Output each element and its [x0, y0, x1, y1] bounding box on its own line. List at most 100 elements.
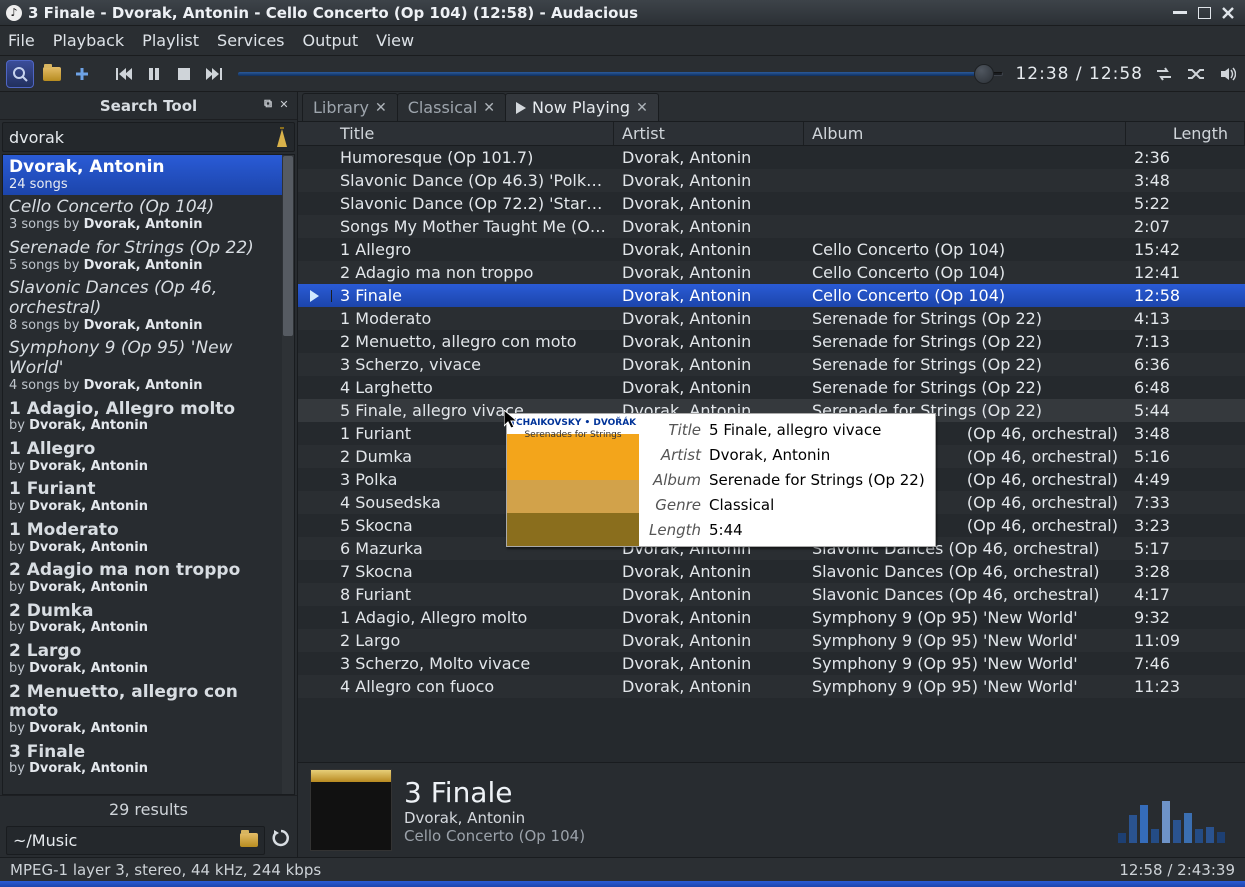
menu-playback[interactable]: Playback: [53, 31, 124, 50]
minimize-button[interactable]: [1169, 4, 1191, 22]
menu-services[interactable]: Services: [217, 31, 284, 50]
menu-file[interactable]: File: [8, 31, 35, 50]
search-input[interactable]: [3, 128, 270, 147]
playlist-row[interactable]: 1 ModeratoDvorak, AntoninSerenade for St…: [298, 307, 1245, 330]
playlist-row[interactable]: 2 Adagio ma non troppoDvorak, AntoninCel…: [298, 261, 1245, 284]
search-result-item[interactable]: 1 Allegroby Dvorak, Antonin: [3, 437, 294, 477]
playlist-row[interactable]: 4 LarghettoDvorak, AntoninSerenade for S…: [298, 376, 1245, 399]
col-album[interactable]: Album: [804, 122, 1126, 145]
tooltip-key: Genre: [649, 496, 701, 514]
playlist-row[interactable]: 2 Menuetto, allegro con motoDvorak, Anto…: [298, 330, 1245, 353]
search-result-item[interactable]: Slavonic Dances (Op 46, orchestral)8 son…: [3, 276, 294, 336]
tooltip-key: Album: [649, 471, 701, 489]
search-results-list[interactable]: Dvorak, Antonin24 songsCello Concerto (O…: [2, 154, 295, 795]
tooltip-key: Length: [649, 521, 701, 539]
status-time: 12:58 / 2:43:39: [1119, 861, 1235, 879]
status-codec: MPEG-1 layer 3, stereo, 44 kHz, 244 kbps: [10, 861, 321, 879]
playlist-row[interactable]: 3 Scherzo, Molto vivaceDvorak, AntoninSy…: [298, 652, 1245, 675]
playlist-row[interactable]: 8 FuriantDvorak, AntoninSlavonic Dances …: [298, 583, 1245, 606]
add-files-button[interactable]: [70, 62, 94, 86]
tab-library[interactable]: Library✕: [302, 93, 398, 121]
prev-track-button[interactable]: [112, 62, 136, 86]
toolbar: 12:38 / 12:58: [0, 56, 1245, 92]
tooltip-album-art: TCHAIKOVSKY • DVOŘÁK Serenades for Strin…: [507, 414, 639, 546]
tooltip-key: Artist: [649, 446, 701, 464]
playlist-pane: Library✕Classical✕Now Playing✕ Title Art…: [298, 92, 1245, 857]
playlist-row[interactable]: 2 LargoDvorak, AntoninSymphony 9 (Op 95)…: [298, 629, 1245, 652]
tooltip-value: Classical: [709, 496, 925, 514]
playlist-row[interactable]: Humoresque (Op 101.7)Dvorak, Antonin2:36: [298, 146, 1245, 169]
playlist-row[interactable]: 4 Allegro con fuocoDvorak, AntoninSympho…: [298, 675, 1245, 698]
tab-close-icon[interactable]: ✕: [483, 100, 495, 116]
tab-classical[interactable]: Classical✕: [397, 93, 506, 121]
search-result-item[interactable]: 1 Furiantby Dvorak, Antonin: [3, 477, 294, 517]
playlist-row[interactable]: 7 SkocnaDvorak, AntoninSlavonic Dances (…: [298, 560, 1245, 583]
playlist-row[interactable]: Songs My Mother Taught Me (O…Dvorak, Ant…: [298, 215, 1245, 238]
playing-icon: [310, 290, 319, 302]
sidebar-close-button[interactable]: ✕: [277, 97, 291, 111]
repeat-button[interactable]: [1153, 63, 1175, 85]
tooltip-value: Dvorak, Antonin: [709, 446, 925, 464]
tab-now-playing[interactable]: Now Playing✕: [505, 93, 659, 121]
search-result-item[interactable]: 2 Adagio ma non troppoby Dvorak, Antonin: [3, 558, 294, 598]
search-tool-button[interactable]: [6, 60, 34, 88]
playlist-row[interactable]: Slavonic Dance (Op 72.2) 'Star…Dvorak, A…: [298, 192, 1245, 215]
menu-output[interactable]: Output: [303, 31, 359, 50]
search-result-item[interactable]: 2 Dumkaby Dvorak, Antonin: [3, 599, 294, 639]
playlist-row[interactable]: 1 AllegroDvorak, AntoninCello Concerto (…: [298, 238, 1245, 261]
refresh-library-button[interactable]: [271, 828, 291, 852]
playlist-row[interactable]: Slavonic Dance (Op 46.3) 'Polk…Dvorak, A…: [298, 169, 1245, 192]
sidebar-scrollbar[interactable]: [282, 155, 294, 794]
col-title[interactable]: Title: [332, 122, 614, 145]
search-sidebar: Search Tool ⧉ ✕ Dvorak, Antonin24 songsC…: [0, 92, 298, 857]
col-artist[interactable]: Artist: [614, 122, 804, 145]
menu-playlist[interactable]: Playlist: [142, 31, 199, 50]
menu-view[interactable]: View: [376, 31, 414, 50]
now-playing-title: 3 Finale: [404, 776, 585, 809]
search-result-item[interactable]: 3 Finaleby Dvorak, Antonin: [3, 740, 294, 780]
folder-icon: [240, 833, 258, 847]
app-icon: ♪: [6, 5, 22, 21]
close-button[interactable]: [1217, 4, 1239, 22]
library-path-input[interactable]: ~/Music: [6, 826, 265, 855]
search-result-item[interactable]: Dvorak, Antonin24 songs: [3, 155, 294, 195]
playlist-row[interactable]: 1 Adagio, Allegro moltoDvorak, AntoninSy…: [298, 606, 1245, 629]
search-result-item[interactable]: 2 Menuetto, allegro con motoby Dvorak, A…: [3, 680, 294, 740]
playlist-row[interactable]: 3 FinaleDvorak, AntoninCello Concerto (O…: [298, 284, 1245, 307]
tooltip-key: Title: [649, 421, 701, 439]
tooltip-value: 5 Finale, allegro vivace: [709, 421, 925, 439]
search-result-item[interactable]: Cello Concerto (Op 104)3 songs by Dvorak…: [3, 195, 294, 235]
play-icon: [516, 102, 526, 114]
visualizer: [1118, 797, 1225, 843]
open-folder-button[interactable]: [40, 62, 64, 86]
results-count: 29 results: [0, 795, 297, 823]
sidebar-undock-button[interactable]: ⧉: [261, 97, 275, 111]
window-highlight: [0, 881, 1245, 887]
col-length[interactable]: Length: [1126, 122, 1245, 145]
playlist-row[interactable]: 3 Scherzo, vivaceDvorak, AntoninSerenade…: [298, 353, 1245, 376]
playback-time: 12:38 / 12:58: [1015, 64, 1143, 84]
tab-close-icon[interactable]: ✕: [636, 100, 648, 116]
shuffle-button[interactable]: [1185, 63, 1207, 85]
search-result-item[interactable]: 1 Moderatoby Dvorak, Antonin: [3, 518, 294, 558]
window-title: 3 Finale - Dvorak, Antonin - Cello Conce…: [28, 4, 1167, 22]
volume-button[interactable]: [1217, 63, 1239, 85]
playlist-columns: Title Artist Album Length: [298, 122, 1245, 146]
stop-button[interactable]: [172, 62, 196, 86]
menubar: File Playback Playlist Services Output View: [0, 26, 1245, 56]
playlist-tabs: Library✕Classical✕Now Playing✕: [298, 92, 1245, 122]
maximize-button[interactable]: [1193, 4, 1215, 22]
tooltip-value: 5:44: [709, 521, 925, 539]
search-result-item[interactable]: 2 Largoby Dvorak, Antonin: [3, 639, 294, 679]
sidebar-title: Search Tool ⧉ ✕: [0, 92, 297, 120]
pause-button[interactable]: [142, 62, 166, 86]
now-playing-album: Cello Concerto (Op 104): [404, 827, 585, 845]
search-result-item[interactable]: Symphony 9 (Op 95) 'New World'4 songs by…: [3, 336, 294, 396]
now-playing-art: [310, 769, 392, 851]
clear-search-button[interactable]: [270, 125, 294, 149]
tab-close-icon[interactable]: ✕: [375, 100, 387, 116]
seek-slider[interactable]: [238, 67, 1003, 81]
search-result-item[interactable]: Serenade for Strings (Op 22)5 songs by D…: [3, 236, 294, 276]
search-result-item[interactable]: 1 Adagio, Allegro moltoby Dvorak, Antoni…: [3, 397, 294, 437]
next-track-button[interactable]: [202, 62, 226, 86]
